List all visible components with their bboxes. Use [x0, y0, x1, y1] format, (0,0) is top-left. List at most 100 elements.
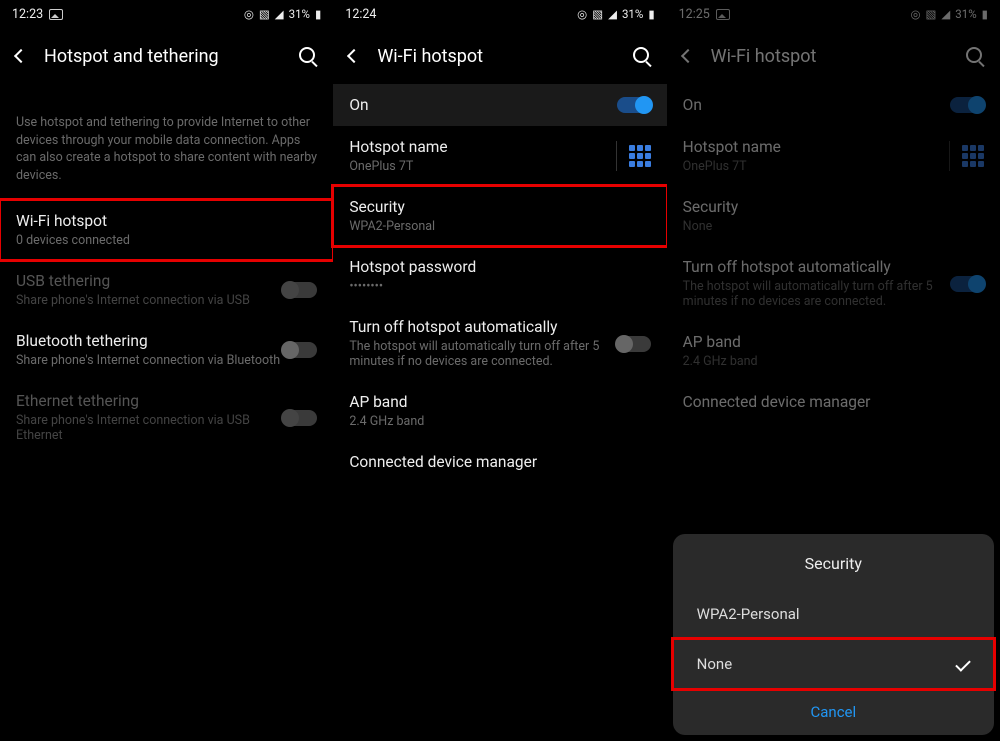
back-icon[interactable] — [681, 49, 695, 63]
auto-off-toggle[interactable] — [617, 336, 651, 352]
auto-off-sub: The hotspot will automatically turn off … — [349, 339, 616, 369]
battery-percent: 31% — [622, 7, 643, 21]
hotspot-status-icon: ◎ — [577, 7, 587, 21]
page-title: Wi-Fi hotspot — [711, 46, 948, 67]
status-time: 12:24 — [345, 7, 376, 22]
security-dialog: Security WPA2-Personal None Cancel — [673, 534, 994, 735]
ap-band-sub: 2.4 GHz band — [349, 414, 650, 429]
screenshot-icon — [716, 9, 730, 20]
hotspot-on-row[interactable]: On — [333, 84, 666, 126]
wifi-hotspot-title: Wi-Fi hotspot — [16, 212, 317, 230]
password-sub: •••••••• — [349, 279, 650, 294]
signal-icon: ◢ — [941, 7, 950, 21]
auto-off-title: Turn off hotspot automatically — [683, 258, 950, 276]
page-description: Use hotspot and tethering to provide Int… — [0, 84, 333, 200]
auto-off-title: Turn off hotspot automatically — [349, 318, 616, 336]
hotspot-name-title: Hotspot name — [683, 138, 949, 156]
connected-devices-row[interactable]: Connected device manager — [333, 441, 666, 483]
eth-tethering-sub: Share phone's Internet connection via US… — [16, 413, 283, 443]
status-bar: 12:24 ◎ ▧ ◢ 31% ▮ — [333, 0, 666, 28]
signal-icon: ◢ — [275, 7, 284, 21]
hotspot-name-sub: OnePlus 7T — [683, 159, 949, 174]
search-icon[interactable] — [966, 47, 984, 65]
hotspot-on-row[interactable]: On — [667, 84, 1000, 126]
auto-off-toggle[interactable] — [950, 276, 984, 292]
connected-devices-title: Connected device manager — [683, 393, 984, 411]
panel-wifi-hotspot-dialog: 12:25 ◎ ▧ ◢ 31% ▮ Wi-Fi hotspot On Hotsp… — [667, 0, 1000, 741]
header: Hotspot and tethering — [0, 28, 333, 84]
check-icon — [955, 656, 971, 672]
status-bar: 12:25 ◎ ▧ ◢ 31% ▮ — [667, 0, 1000, 28]
password-row[interactable]: Hotspot password •••••••• — [333, 246, 666, 306]
usb-tethering-row: USB tethering Share phone's Internet con… — [0, 260, 333, 320]
qr-icon[interactable] — [962, 145, 984, 167]
security-title: Security — [349, 198, 650, 216]
battery-icon: ▮ — [648, 7, 654, 21]
back-icon[interactable] — [347, 49, 361, 63]
auto-off-sub: The hotspot will automatically turn off … — [683, 279, 950, 309]
security-sub: WPA2-Personal — [349, 219, 650, 234]
connected-devices-title: Connected device manager — [349, 453, 650, 471]
ap-band-row[interactable]: AP band 2.4 GHz band — [333, 381, 666, 441]
back-icon[interactable] — [14, 49, 28, 63]
panel-hotspot-tethering: 12:23 ◎ ▧ ◢ 31% ▮ Hotspot and tethering … — [0, 0, 333, 741]
auto-off-row[interactable]: Turn off hotspot automatically The hotsp… — [667, 246, 1000, 321]
hotspot-on-toggle[interactable] — [950, 97, 984, 113]
ap-band-sub: 2.4 GHz band — [683, 354, 984, 369]
usb-tethering-title: USB tethering — [16, 272, 283, 290]
hotspot-name-row[interactable]: Hotspot name OnePlus 7T — [333, 126, 666, 186]
dialog-title: Security — [673, 554, 994, 573]
header: Wi-Fi hotspot — [667, 28, 1000, 84]
hotspot-on-toggle[interactable] — [617, 97, 651, 113]
usb-tethering-sub: Share phone's Internet connection via US… — [16, 293, 283, 308]
search-icon[interactable] — [633, 47, 651, 65]
password-title: Hotspot password — [349, 258, 650, 276]
header: Wi-Fi hotspot — [333, 28, 666, 84]
battery-icon: ▮ — [982, 7, 988, 21]
security-sub: None — [683, 219, 984, 234]
hotspot-on-title: On — [683, 96, 950, 114]
panel-wifi-hotspot: 12:24 ◎ ▧ ◢ 31% ▮ Wi-Fi hotspot On Hotsp… — [333, 0, 666, 741]
ap-band-title: AP band — [683, 333, 984, 351]
data-icon: ▧ — [259, 7, 270, 21]
hotspot-status-icon: ◎ — [911, 7, 921, 21]
signal-icon: ◢ — [608, 7, 617, 21]
eth-tethering-row: Ethernet tethering Share phone's Interne… — [0, 380, 333, 455]
ap-band-title: AP band — [349, 393, 650, 411]
auto-off-row[interactable]: Turn off hotspot automatically The hotsp… — [333, 306, 666, 381]
divider — [616, 141, 617, 171]
hotspot-name-row[interactable]: Hotspot name OnePlus 7T — [667, 126, 1000, 186]
eth-tethering-toggle — [283, 410, 317, 426]
battery-percent: 31% — [955, 7, 976, 21]
screenshot-icon — [49, 9, 63, 20]
option-none[interactable]: None — [673, 639, 994, 689]
page-title: Hotspot and tethering — [44, 46, 281, 67]
security-row[interactable]: Security WPA2-Personal — [333, 186, 666, 246]
security-title: Security — [683, 198, 984, 216]
bt-tethering-title: Bluetooth tethering — [16, 332, 283, 350]
eth-tethering-title: Ethernet tethering — [16, 392, 283, 410]
wifi-hotspot-sub: 0 devices connected — [16, 233, 317, 248]
status-bar: 12:23 ◎ ▧ ◢ 31% ▮ — [0, 0, 333, 28]
bt-tethering-sub: Share phone's Internet connection via Bl… — [16, 353, 283, 368]
hotspot-on-title: On — [349, 96, 616, 114]
usb-tethering-toggle — [283, 282, 317, 298]
battery-percent: 31% — [289, 7, 310, 21]
qr-icon[interactable] — [629, 145, 651, 167]
hotspot-status-icon: ◎ — [244, 7, 254, 21]
search-icon[interactable] — [299, 47, 317, 65]
cancel-button[interactable]: Cancel — [673, 689, 994, 731]
connected-devices-row[interactable]: Connected device manager — [667, 381, 1000, 423]
status-time: 12:25 — [679, 7, 710, 22]
bt-tethering-toggle[interactable] — [283, 342, 317, 358]
option-wpa2[interactable]: WPA2-Personal — [673, 589, 994, 639]
bt-tethering-row[interactable]: Bluetooth tethering Share phone's Intern… — [0, 320, 333, 380]
divider — [949, 141, 950, 171]
hotspot-name-title: Hotspot name — [349, 138, 615, 156]
option-wpa2-label: WPA2-Personal — [697, 605, 800, 623]
option-none-label: None — [697, 655, 733, 673]
wifi-hotspot-row[interactable]: Wi-Fi hotspot 0 devices connected — [0, 200, 333, 260]
ap-band-row[interactable]: AP band 2.4 GHz band — [667, 321, 1000, 381]
security-row[interactable]: Security None — [667, 186, 1000, 246]
status-time: 12:23 — [12, 7, 43, 22]
